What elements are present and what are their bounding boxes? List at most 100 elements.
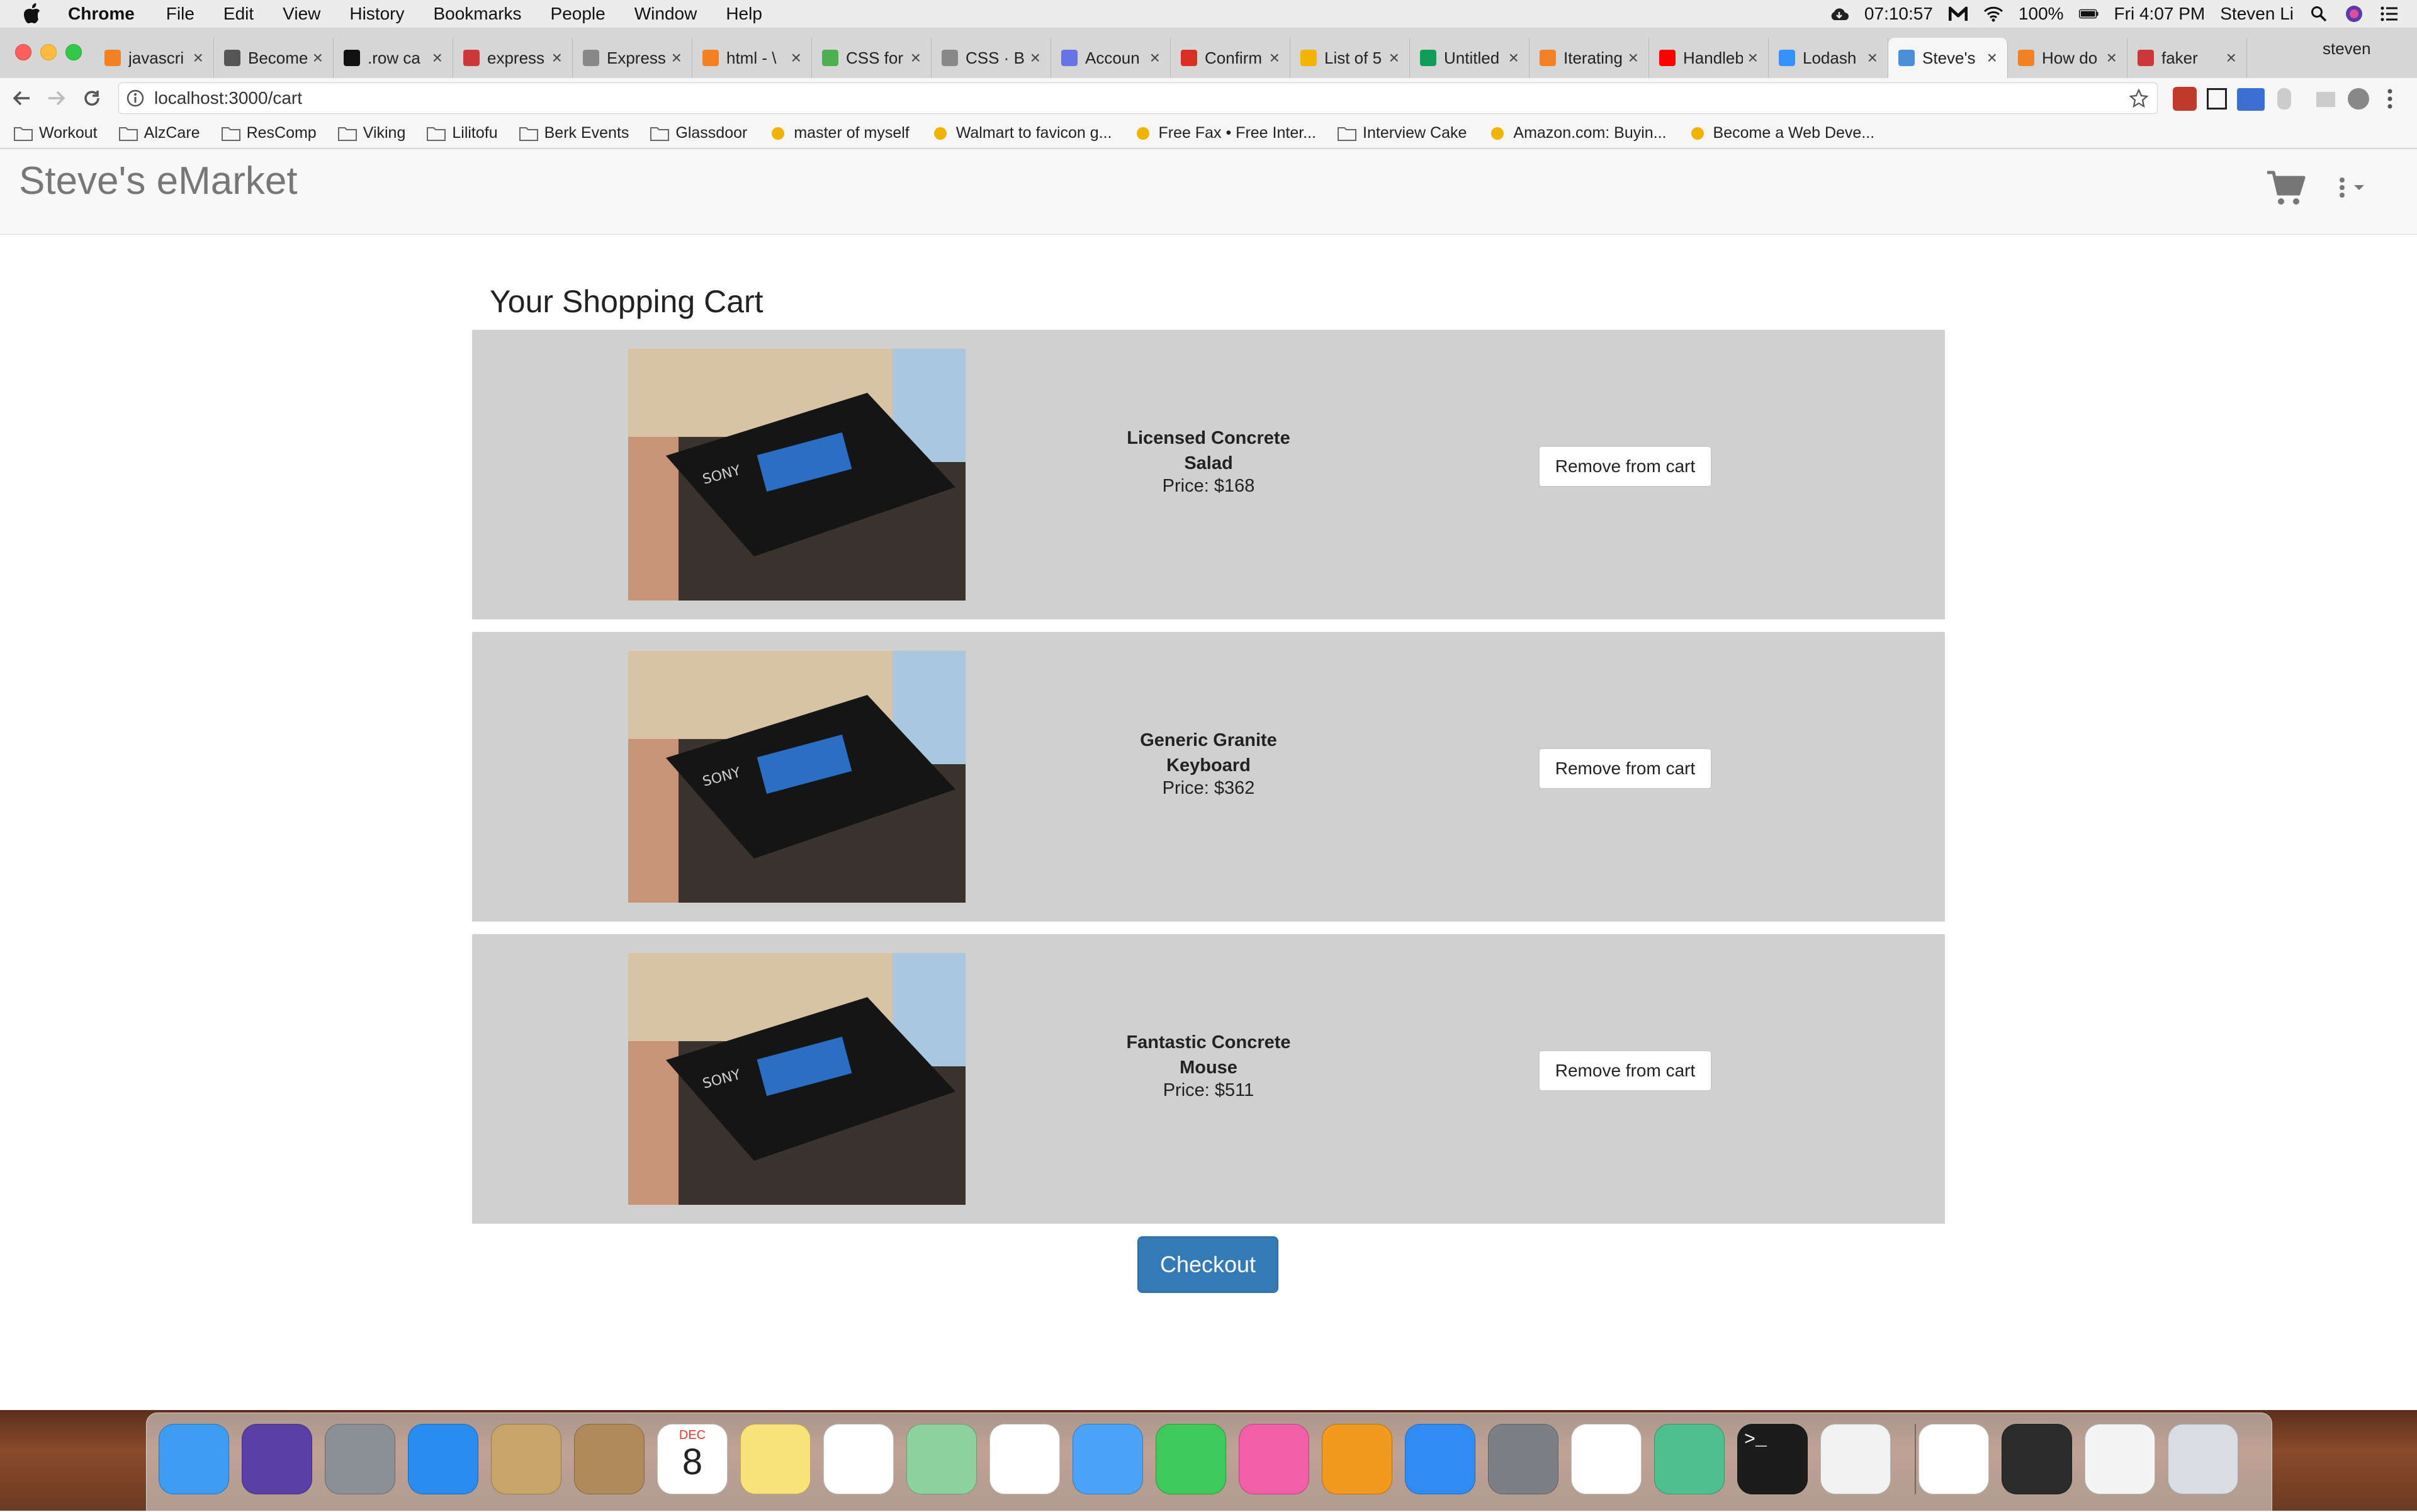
extension-mail-icon[interactable]	[2173, 87, 2197, 111]
close-icon[interactable]: ×	[1270, 48, 1280, 68]
close-icon[interactable]: ×	[1030, 48, 1040, 68]
wifi-icon[interactable]	[1983, 4, 2003, 24]
browser-tab[interactable]: Iterating ×	[1530, 38, 1649, 78]
browser-tab[interactable]: .row ca ×	[334, 38, 453, 78]
remove-from-cart-button[interactable]: Remove from cart	[1538, 748, 1712, 789]
profile-name[interactable]: steven	[2323, 39, 2371, 59]
browser-tab[interactable]: Accoun ×	[1051, 38, 1171, 78]
browser-tab[interactable]: javascri ×	[94, 38, 214, 78]
messages-icon[interactable]	[1073, 1424, 1143, 1494]
facetime-icon[interactable]	[1156, 1424, 1226, 1494]
battery-icon[interactable]	[2078, 4, 2099, 24]
close-icon[interactable]: ×	[1150, 48, 1160, 68]
maps-icon[interactable]	[906, 1424, 977, 1494]
browser-tab[interactable]: Untitled ×	[1410, 38, 1530, 78]
address-bar[interactable]: localhost:3000/cart	[118, 82, 2158, 114]
ibooks-icon[interactable]	[1322, 1424, 1392, 1494]
atom-icon[interactable]	[1654, 1424, 1725, 1494]
bookmark-item[interactable]: Walmart to favicon g...	[931, 124, 1112, 142]
close-icon[interactable]: ×	[432, 48, 442, 68]
menu-bookmarks[interactable]: Bookmarks	[433, 4, 521, 24]
close-icon[interactable]: ×	[313, 48, 323, 68]
safari-icon[interactable]	[408, 1424, 478, 1494]
extension-badge-icon[interactable]	[2237, 88, 2265, 111]
siri-menu-icon[interactable]	[2344, 4, 2364, 24]
close-icon[interactable]: ×	[1509, 48, 1519, 68]
cloud-download-icon[interactable]	[1829, 4, 1849, 24]
browser-tab[interactable]: html - \ ×	[692, 38, 812, 78]
browser-tab[interactable]: express ×	[453, 38, 573, 78]
browser-tab[interactable]: Express ×	[573, 38, 692, 78]
chrome-icon[interactable]	[1571, 1424, 1642, 1494]
menu-user[interactable]: Steven Li	[2220, 4, 2294, 24]
finder-icon[interactable]	[159, 1424, 229, 1494]
notes-icon[interactable]	[740, 1424, 811, 1494]
bookmark-item[interactable]: Glassdoor	[650, 124, 747, 142]
close-icon[interactable]: ×	[2107, 48, 2117, 68]
close-icon[interactable]: ×	[791, 48, 801, 68]
browser-tab[interactable]: faker ×	[2127, 38, 2247, 78]
bookmark-item[interactable]: Lilitofu	[427, 124, 498, 142]
calendar-icon[interactable]: DEC 8	[657, 1424, 728, 1494]
close-icon[interactable]: ×	[1628, 48, 1638, 68]
chrome-menu-icon[interactable]	[2387, 87, 2393, 111]
browser-tab[interactable]: Steve's ×	[1888, 38, 2008, 78]
bookmark-star-icon[interactable]	[2129, 89, 2148, 108]
url-text[interactable]: localhost:3000/cart	[154, 88, 302, 108]
mail-icon[interactable]	[491, 1424, 561, 1494]
browser-tab[interactable]: How do ×	[2008, 38, 2127, 78]
bookmark-item[interactable]: Become a Web Deve...	[1688, 124, 1874, 142]
remove-from-cart-button[interactable]: Remove from cart	[1538, 446, 1712, 487]
trash-icon[interactable]	[2168, 1424, 2238, 1494]
close-icon[interactable]: ×	[2226, 48, 2236, 68]
close-icon[interactable]: ×	[193, 48, 203, 68]
browser-tab[interactable]: CSS for ×	[812, 38, 932, 78]
appstore-icon[interactable]	[1405, 1424, 1475, 1494]
close-icon[interactable]: ×	[911, 48, 921, 68]
bookmark-item[interactable]: Interview Cake	[1338, 124, 1467, 142]
back-arrow-icon[interactable]	[9, 86, 34, 111]
browser-tab[interactable]: Confirm ×	[1171, 38, 1290, 78]
window-close-button[interactable]	[15, 44, 31, 60]
photos-icon[interactable]	[989, 1424, 1060, 1494]
reminders-icon[interactable]	[823, 1424, 894, 1494]
bookmark-item[interactable]: Berk Events	[519, 124, 629, 142]
bookmark-item[interactable]: Viking	[337, 124, 405, 142]
menu-people[interactable]: People	[551, 4, 606, 24]
siri-icon[interactable]	[242, 1424, 312, 1494]
remove-from-cart-button[interactable]: Remove from cart	[1538, 1050, 1712, 1092]
extension-bug-icon[interactable]	[2348, 88, 2369, 110]
menu-timer[interactable]: 07:10:57	[1864, 4, 1933, 24]
bookmark-item[interactable]: Amazon.com: Buyin...	[1488, 124, 1667, 142]
menu-history[interactable]: History	[349, 4, 404, 24]
browser-tab[interactable]: Handleb ×	[1649, 38, 1769, 78]
browser-tab[interactable]: Become ×	[214, 38, 334, 78]
m-logo-icon[interactable]	[1948, 4, 1968, 24]
shopping-cart-icon[interactable]	[2266, 167, 2306, 208]
textedit-icon[interactable]	[1820, 1424, 1891, 1494]
window-minimize-button[interactable]	[40, 44, 57, 60]
menu-window[interactable]: Window	[634, 4, 697, 24]
site-brand[interactable]: Steve's eMarket	[19, 159, 298, 203]
close-icon[interactable]: ×	[1987, 48, 1997, 68]
menu-datetime[interactable]: Fri 4:07 PM	[2114, 4, 2206, 24]
checkout-button[interactable]: Checkout	[1137, 1236, 1278, 1293]
menu-file[interactable]: File	[166, 4, 194, 24]
screenshot-thumb-icon[interactable]	[2002, 1424, 2072, 1494]
launchpad-icon[interactable]	[325, 1424, 395, 1494]
screenshot-thumb-2-icon[interactable]	[2085, 1424, 2155, 1494]
extension-columns-icon[interactable]	[2207, 88, 2227, 110]
browser-tab[interactable]: CSS · B ×	[932, 38, 1051, 78]
browser-tab[interactable]: Lodash ×	[1769, 38, 1888, 78]
bookmark-item[interactable]: AlzCare	[118, 124, 200, 142]
browser-tab[interactable]: List of 5 ×	[1290, 38, 1410, 78]
window-zoom-button[interactable]	[65, 44, 82, 60]
contacts-icon[interactable]	[574, 1424, 645, 1494]
bookmark-item[interactable]: ResComp	[221, 124, 317, 142]
forward-arrow-icon[interactable]	[44, 86, 69, 111]
close-icon[interactable]: ×	[1748, 48, 1758, 68]
spotlight-search-icon[interactable]	[2309, 4, 2329, 24]
close-icon[interactable]: ×	[1389, 48, 1399, 68]
extension-gray-icon[interactable]	[2316, 92, 2335, 107]
bookmark-item[interactable]: Free Fax • Free Inter...	[1134, 124, 1316, 142]
